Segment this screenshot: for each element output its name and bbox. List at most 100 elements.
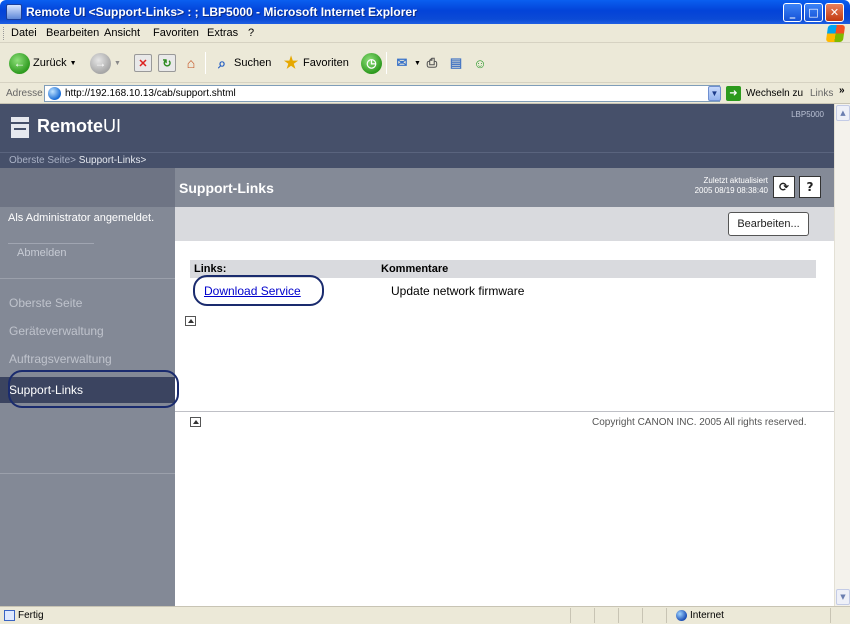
search-label: Suchen (234, 57, 272, 69)
forward-button[interactable]: → ▼ (90, 52, 121, 74)
maximize-button[interactable]: □ (804, 3, 823, 22)
address-url: http://192.168.10.13/cab/support.shtml (65, 88, 236, 99)
history-button[interactable]: ◷ (361, 52, 382, 74)
breadcrumb-home-link[interactable]: Oberste Seite (9, 155, 70, 166)
go-arrow-icon[interactable]: ➜ (726, 86, 741, 101)
go-button-label[interactable]: Wechseln zu (746, 88, 803, 99)
favorites-button[interactable]: ★ Favoriten (282, 52, 349, 74)
toolbar-separator (205, 52, 206, 74)
favorites-star-icon: ★ (283, 55, 299, 72)
forward-arrow-icon: → (90, 52, 111, 74)
close-button[interactable]: ✕ (825, 3, 844, 22)
breadcrumb-current: Support-Links> (78, 155, 147, 166)
menu-extras[interactable]: Extras (207, 27, 238, 39)
footer-divider (175, 411, 834, 412)
forward-dropdown-icon: ▼ (114, 59, 121, 67)
sidebar-item-oberste-seite[interactable]: Oberste Seite (0, 290, 175, 316)
status-bar: Fertig Internet (0, 606, 850, 624)
help-button[interactable]: ? (799, 176, 821, 198)
address-dropdown-icon[interactable]: ▼ (708, 86, 721, 101)
printer-logo-icon (11, 117, 29, 138)
stop-icon: ✕ (134, 54, 152, 72)
page-ie-icon (48, 87, 61, 100)
favorites-label: Favoriten (303, 57, 349, 69)
chevron-right-icon[interactable]: » (839, 85, 845, 96)
status-cell (642, 608, 643, 623)
messenger-icon: ☺ (473, 55, 487, 71)
messenger-button[interactable]: ☺ (471, 52, 489, 74)
column-header-links: Links: (194, 263, 227, 275)
address-input[interactable]: http://192.168.10.13/cab/support.shtml (44, 85, 720, 102)
menu-favoriten[interactable]: Favoriten (153, 27, 199, 39)
breadcrumb-separator: > (70, 155, 79, 166)
refresh-icon: ⟳ (778, 180, 790, 194)
scroll-to-top-icon[interactable] (185, 316, 196, 326)
copyright-text: Copyright CANON INC. 2005 All rights res… (592, 417, 807, 428)
logout-link[interactable]: Abmelden (8, 243, 94, 261)
print-button[interactable]: ⎙ (423, 52, 441, 74)
action-row: Bearbeiten... (175, 207, 834, 241)
window-title-bar: Remote UI <Support-Links> : ; LBP5000 - … (0, 0, 850, 24)
web-page: RemoteUI LBP5000 Oberste Seite> Support-… (0, 104, 834, 606)
back-arrow-icon: ← (9, 52, 30, 74)
status-cell (666, 608, 667, 623)
remote-ui-header: RemoteUI LBP5000 (0, 104, 834, 152)
support-links-highlight-outline (8, 370, 179, 408)
scroll-down-icon[interactable]: ▼ (836, 589, 850, 605)
vertical-scrollbar[interactable]: ▲ ▼ (834, 104, 850, 606)
refresh-button[interactable]: ↻ (158, 52, 176, 74)
scroll-up-icon[interactable]: ▲ (836, 105, 850, 121)
scroll-to-top-icon[interactable] (190, 417, 201, 427)
internet-zone-icon (676, 610, 687, 621)
mail-button[interactable]: ✉ ▼ (393, 52, 421, 74)
mail-dropdown-icon: ▼ (414, 59, 421, 67)
model-name: LBP5000 (791, 110, 824, 119)
download-link-highlight-outline (193, 275, 324, 306)
brand-title: RemoteUI (37, 116, 122, 136)
menu-help[interactable]: ? (248, 27, 254, 39)
menu-bearbeiten[interactable]: Bearbeiten (46, 27, 99, 39)
status-cell (570, 608, 571, 623)
back-label: Zurück (33, 57, 67, 69)
links-toolbar-label[interactable]: Links (810, 88, 833, 99)
status-cell (830, 608, 831, 623)
search-button[interactable]: ⌕ Suchen (213, 52, 271, 74)
stop-button[interactable]: ✕ (134, 52, 152, 74)
menu-ansicht[interactable]: Ansicht (104, 27, 140, 39)
history-icon: ◷ (361, 52, 382, 74)
print-icon: ⎙ (426, 55, 438, 70)
edit-page-button[interactable]: ▤ (447, 52, 465, 74)
address-bar: Adresse http://192.168.10.13/cab/support… (0, 83, 850, 104)
status-cell (618, 608, 619, 623)
breadcrumb: Oberste Seite> Support-Links> (0, 152, 834, 168)
toolbar-separator (386, 52, 387, 74)
last-updated: Zuletzt aktualisiert 2005 08/19 08:38:40 (675, 176, 768, 196)
browser-toolbar: ← Zurück ▼ → ▼ ✕ ↻ ⌂ ⌕ Suchen ★ Favorite… (0, 43, 850, 83)
sidebar-divider (0, 473, 175, 474)
home-icon: ⌂ (186, 55, 196, 71)
menu-datei[interactable]: Datei (11, 27, 37, 39)
status-text: Fertig (18, 610, 44, 621)
edit-page-icon: ▤ (449, 55, 463, 70)
home-button[interactable]: ⌂ (182, 52, 200, 74)
back-button[interactable]: ← Zurück ▼ (9, 52, 77, 74)
sidebar-divider (0, 278, 175, 279)
sidebar-item-auftragsverwaltung[interactable]: Auftragsverwaltung (0, 346, 175, 372)
last-updated-time: 2005 08/19 08:38:40 (694, 186, 768, 195)
edit-button[interactable]: Bearbeiten... (728, 212, 809, 236)
page-status-icon (4, 610, 15, 621)
sidebar-item-geraeteverwaltung[interactable]: Geräteverwaltung (0, 318, 175, 344)
menu-bar: Datei Bearbeiten Ansicht Favoriten Extra… (0, 24, 850, 43)
security-zone-label: Internet (690, 610, 724, 621)
mail-icon: ✉ (396, 55, 408, 70)
admin-status-text: Als Administrator angemeldet. (8, 212, 155, 224)
minimize-button[interactable]: _ (783, 3, 802, 22)
refresh-icon: ↻ (158, 54, 176, 72)
link-comment: Update network firmware (391, 284, 525, 298)
windows-logo-icon (825, 25, 846, 42)
column-header-comments: Kommentare (381, 263, 449, 275)
page-refresh-button[interactable]: ⟳ (773, 176, 795, 198)
window-title: Remote UI <Support-Links> : ; LBP5000 - … (26, 5, 417, 19)
back-dropdown-icon: ▼ (69, 59, 77, 67)
help-icon: ? (806, 180, 814, 194)
